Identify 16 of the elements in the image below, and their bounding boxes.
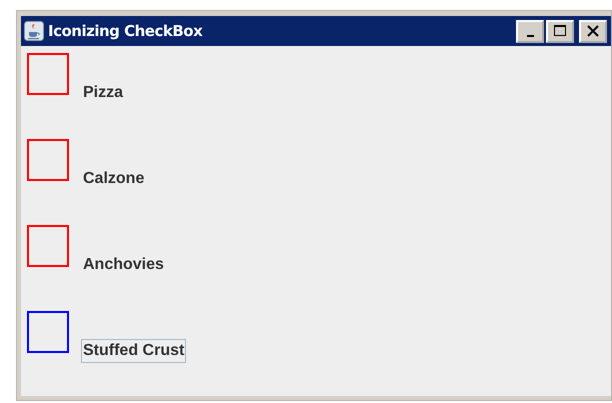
maximize-button[interactable] bbox=[546, 20, 574, 42]
coffee-cup-icon bbox=[24, 21, 44, 41]
checkbox-label[interactable]: Anchovies bbox=[81, 253, 166, 277]
window-title: Iconizing CheckBox bbox=[48, 22, 202, 40]
checkbox-icon[interactable] bbox=[27, 53, 69, 95]
checkbox-label[interactable]: Pizza bbox=[81, 81, 126, 105]
maximize-icon bbox=[552, 24, 568, 38]
minimize-button[interactable] bbox=[516, 20, 544, 42]
checkbox-label[interactable]: Calzone bbox=[81, 167, 146, 191]
minimize-icon bbox=[526, 35, 534, 37]
close-icon bbox=[585, 24, 601, 38]
checkbox-icon[interactable] bbox=[27, 311, 69, 353]
checkbox-label[interactable]: Stuffed Crust bbox=[81, 339, 186, 363]
checkbox-icon[interactable] bbox=[27, 225, 69, 267]
close-button[interactable] bbox=[579, 20, 607, 42]
checkbox-icon[interactable] bbox=[27, 139, 69, 181]
